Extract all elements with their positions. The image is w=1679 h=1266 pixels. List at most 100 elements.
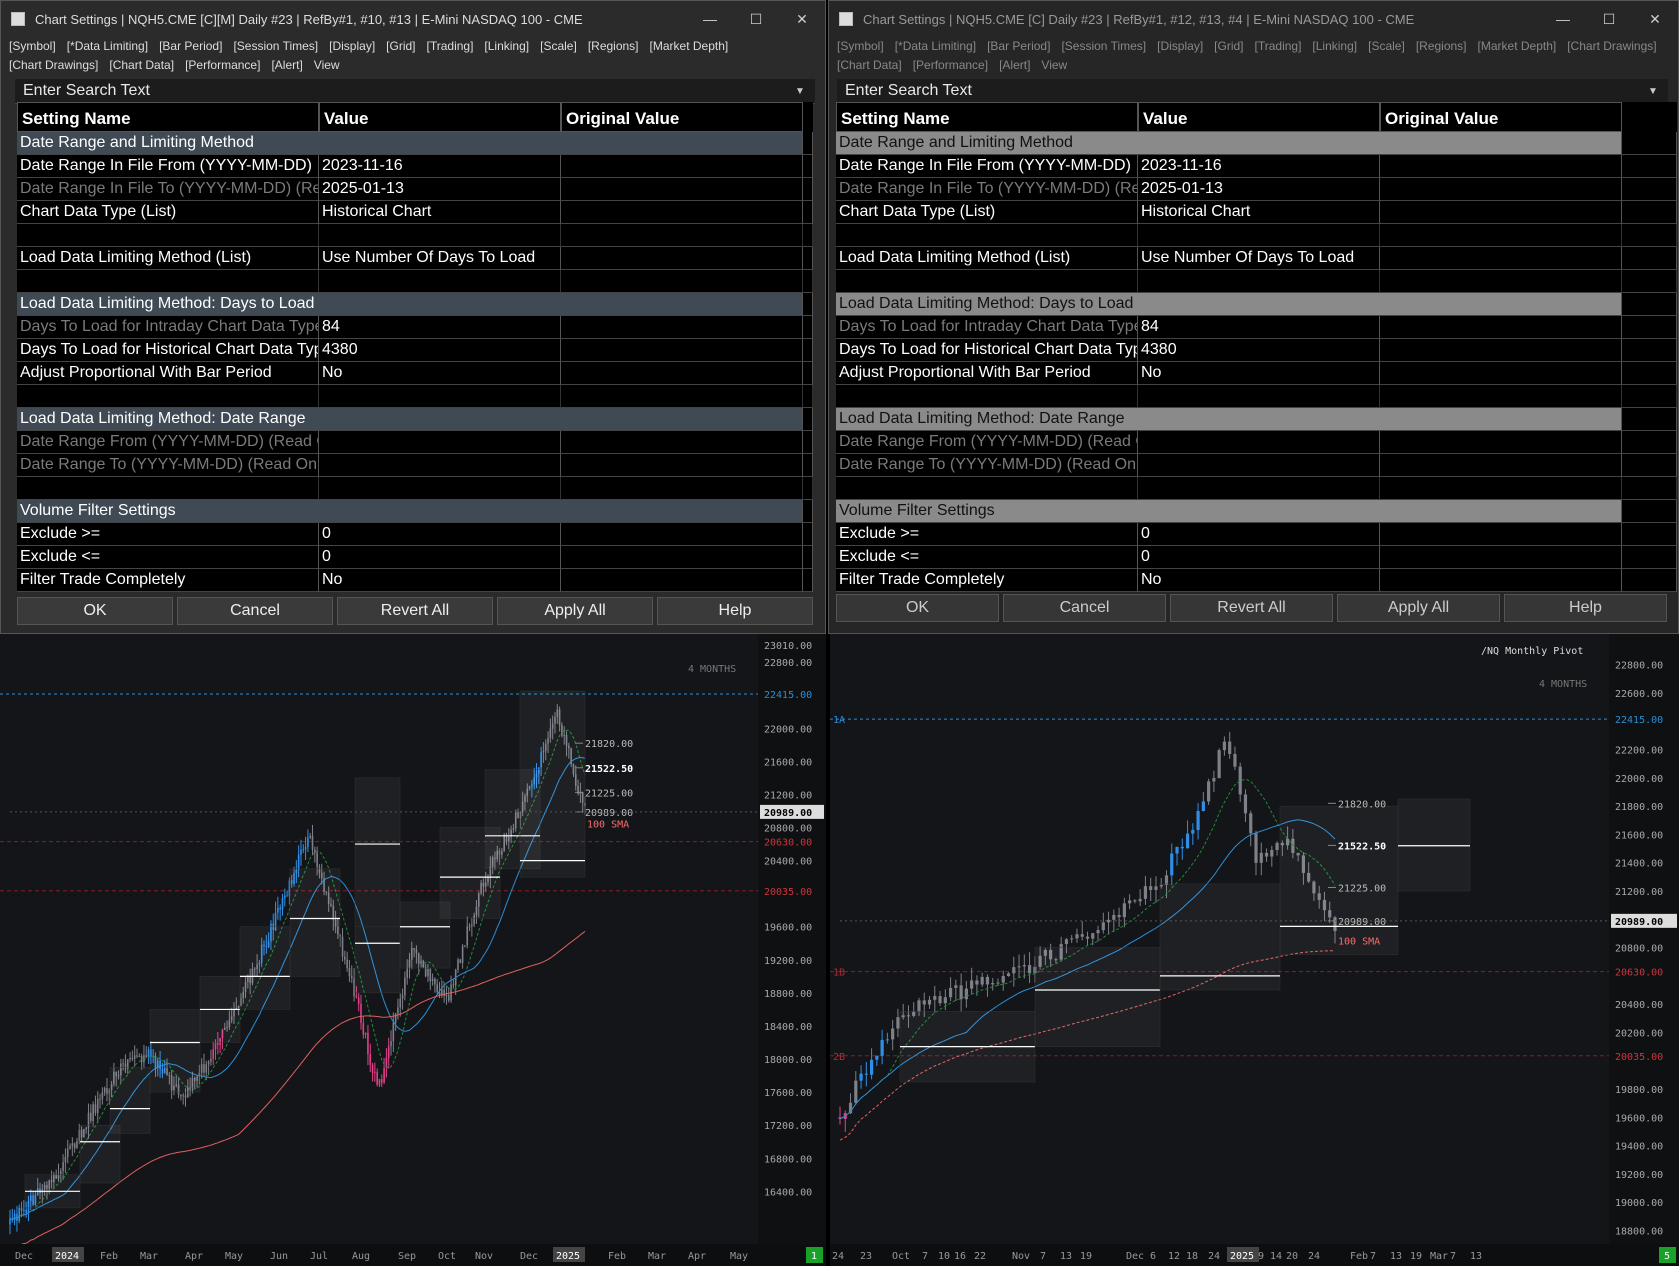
setting-value[interactable]: Use Number Of Days To Load	[1138, 247, 1380, 270]
title-bar[interactable]: Chart Settings | NQH5.CME [C][M] Daily #…	[1, 1, 825, 37]
setting-row[interactable]: Date Range In File From (YYYY-MM-DD) 2023…	[836, 155, 1677, 178]
setting-value[interactable]	[319, 270, 561, 293]
apply-all-button[interactable]: Apply All	[497, 597, 653, 625]
column-header[interactable]: Original Value	[1380, 102, 1622, 132]
setting-row[interactable]: Days To Load for Historical Chart Data T…	[836, 339, 1677, 362]
setting-value[interactable]: 0	[319, 546, 561, 569]
help-button[interactable]: Help	[1504, 594, 1667, 622]
tab-2[interactable]: [Bar Period]	[987, 37, 1050, 56]
setting-row[interactable]: Days To Load for Intraday Chart Data Typ…	[17, 316, 813, 339]
close-icon[interactable]: ✕	[779, 11, 825, 28]
setting-value[interactable]: 84	[1138, 316, 1380, 339]
section-header[interactable]: Load Data Limiting Method: Days to Load	[17, 293, 813, 316]
setting-value[interactable]: 2023-11-16	[1138, 155, 1380, 178]
setting-value[interactable]	[1138, 270, 1380, 293]
setting-row[interactable]: Filter Trade Completely No	[17, 569, 813, 592]
chevron-down-icon[interactable]: ▼	[1648, 86, 1668, 97]
tab-13[interactable]: [Performance]	[913, 56, 988, 75]
setting-row[interactable]: Exclude >= 0	[836, 523, 1677, 546]
tab-13[interactable]: [Performance]	[185, 56, 260, 75]
setting-value[interactable]: 4380	[1138, 339, 1380, 362]
setting-row[interactable]: Chart Data Type (List) Historical Chart	[17, 201, 813, 224]
price-chart-left[interactable]: 21820.0021522.5021225.0020989.00100 SMA4…	[0, 634, 826, 1266]
setting-value[interactable]	[1138, 385, 1380, 408]
tab-14[interactable]: [Alert]	[271, 56, 302, 75]
section-header[interactable]: Volume Filter Settings	[836, 500, 1677, 523]
setting-value[interactable]: 84	[319, 316, 561, 339]
tab-2[interactable]: [Bar Period]	[159, 37, 222, 56]
column-header[interactable]: Value	[319, 102, 561, 132]
section-header[interactable]: Date Range and Limiting Method	[17, 132, 813, 155]
tab-15[interactable]: View	[314, 56, 340, 75]
cancel-button[interactable]: Cancel	[177, 597, 333, 625]
setting-value[interactable]: 0	[1138, 523, 1380, 546]
section-header[interactable]: Load Data Limiting Method: Date Range	[836, 408, 1677, 431]
setting-value[interactable]: 2025-01-13	[1138, 178, 1380, 201]
setting-row[interactable]: Date Range In File To (YYYY-MM-DD) (Re 20…	[836, 178, 1677, 201]
setting-row[interactable]: Load Data Limiting Method (List) Use Numb…	[17, 247, 813, 270]
column-header[interactable]: Setting Name	[836, 102, 1138, 132]
tab-6[interactable]: [Trading]	[1255, 37, 1302, 56]
revert-all-button[interactable]: Revert All	[1170, 594, 1333, 622]
ok-button[interactable]: OK	[836, 594, 999, 622]
setting-row[interactable]: Date Range From (YYYY-MM-DD) (Read C	[17, 431, 813, 454]
tab-14[interactable]: [Alert]	[999, 56, 1030, 75]
revert-all-button[interactable]: Revert All	[337, 597, 493, 625]
tab-9[interactable]: [Regions]	[1416, 37, 1467, 56]
title-bar[interactable]: Chart Settings | NQH5.CME [C] Daily #23 …	[829, 1, 1678, 37]
setting-value[interactable]	[319, 477, 561, 500]
column-header[interactable]: Original Value	[561, 102, 803, 132]
tab-6[interactable]: [Trading]	[427, 37, 474, 56]
apply-all-button[interactable]: Apply All	[1337, 594, 1500, 622]
tab-15[interactable]: View	[1041, 56, 1067, 75]
ok-button[interactable]: OK	[17, 597, 173, 625]
tab-7[interactable]: [Linking]	[1312, 37, 1357, 56]
setting-value[interactable]: Historical Chart	[1138, 201, 1380, 224]
minimize-icon[interactable]: —	[687, 11, 733, 27]
setting-value[interactable]: 2023-11-16	[319, 155, 561, 178]
setting-value[interactable]: No	[319, 569, 561, 592]
setting-value[interactable]	[319, 385, 561, 408]
setting-row[interactable]: Exclude >= 0	[17, 523, 813, 546]
close-icon[interactable]: ✕	[1632, 11, 1678, 28]
setting-value[interactable]: 0	[1138, 546, 1380, 569]
column-header[interactable]: Value	[1138, 102, 1380, 132]
tab-10[interactable]: [Market Depth]	[1478, 37, 1557, 56]
setting-value[interactable]: Historical Chart	[319, 201, 561, 224]
tab-5[interactable]: [Grid]	[1214, 37, 1243, 56]
tab-7[interactable]: [Linking]	[484, 37, 529, 56]
tab-3[interactable]: [Session Times]	[233, 37, 318, 56]
setting-value[interactable]	[319, 224, 561, 247]
tab-11[interactable]: [Chart Drawings]	[1567, 37, 1656, 56]
cancel-button[interactable]: Cancel	[1003, 594, 1166, 622]
help-button[interactable]: Help	[657, 597, 813, 625]
setting-value[interactable]	[1138, 224, 1380, 247]
setting-row[interactable]: Adjust Proportional With Bar Period No	[836, 362, 1677, 385]
setting-row[interactable]: Exclude <= 0	[836, 546, 1677, 569]
search-input[interactable]: Enter Search Text ▼	[15, 79, 815, 104]
tab-3[interactable]: [Session Times]	[1061, 37, 1146, 56]
minimize-icon[interactable]: —	[1540, 11, 1586, 27]
tab-1[interactable]: [*Data Limiting]	[67, 37, 148, 56]
setting-row[interactable]: Days To Load for Historical Chart Data T…	[17, 339, 813, 362]
setting-row[interactable]: Days To Load for Intraday Chart Data Typ…	[836, 316, 1677, 339]
tab-5[interactable]: [Grid]	[386, 37, 415, 56]
setting-row[interactable]: Date Range To (YYYY-MM-DD) (Read On	[17, 454, 813, 477]
setting-value[interactable]: 2025-01-13	[319, 178, 561, 201]
setting-row[interactable]: Date Range In File To (YYYY-MM-DD) (Re 20…	[17, 178, 813, 201]
setting-value[interactable]: No	[319, 362, 561, 385]
setting-row[interactable]: Exclude <= 0	[17, 546, 813, 569]
setting-value[interactable]: No	[1138, 569, 1380, 592]
setting-value[interactable]: No	[1138, 362, 1380, 385]
setting-row[interactable]: Chart Data Type (List) Historical Chart	[836, 201, 1677, 224]
price-chart-right[interactable]: 21820.00 21522.50 21225.00 20989.00 100 SMA 4…	[830, 634, 1679, 1266]
tab-12[interactable]: [Chart Data]	[837, 56, 902, 75]
section-header[interactable]: Load Data Limiting Method: Days to Load	[836, 293, 1677, 316]
tab-0[interactable]: [Symbol]	[837, 37, 884, 56]
tab-1[interactable]: [*Data Limiting]	[895, 37, 976, 56]
tab-4[interactable]: [Display]	[1157, 37, 1203, 56]
tab-8[interactable]: [Scale]	[1368, 37, 1405, 56]
maximize-icon[interactable]: ☐	[1586, 11, 1632, 28]
setting-row[interactable]: Date Range In File From (YYYY-MM-DD) 2023…	[17, 155, 813, 178]
setting-value[interactable]: Use Number Of Days To Load	[319, 247, 561, 270]
